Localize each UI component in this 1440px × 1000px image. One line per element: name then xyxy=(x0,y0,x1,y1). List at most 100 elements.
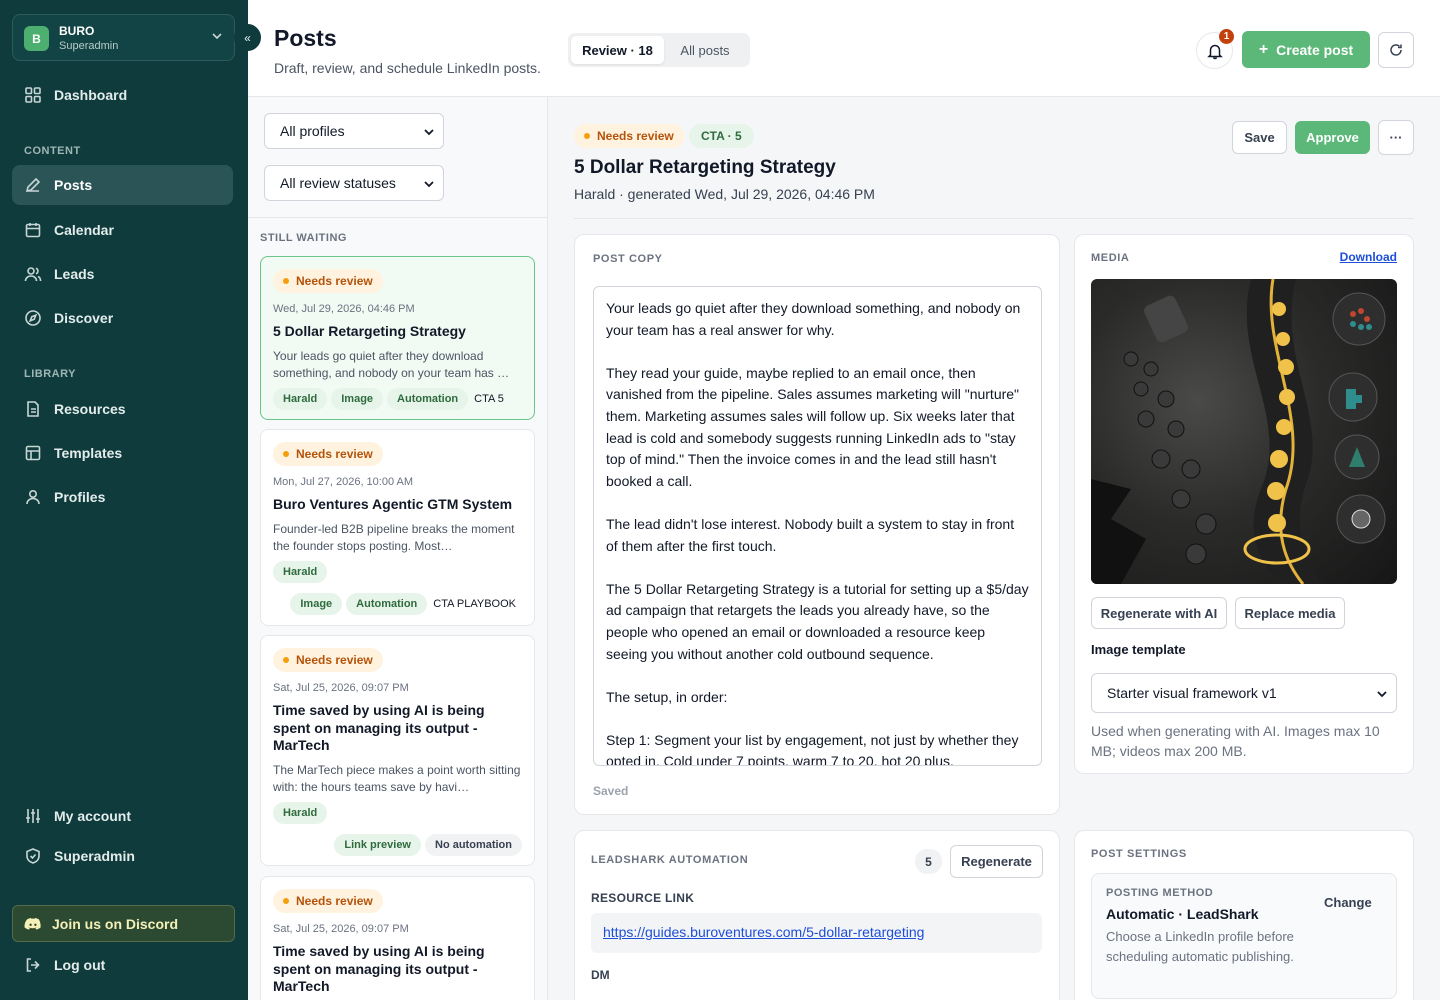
workspace-switcher[interactable]: B BURO Superadmin xyxy=(12,14,235,61)
tag-cta: CTA 5 xyxy=(474,392,504,405)
sidebar-item-dashboard[interactable]: Dashboard xyxy=(12,75,233,115)
media-illustration xyxy=(1091,279,1386,584)
discord-button[interactable]: Join us on Discord xyxy=(12,905,235,942)
sidebar-item-label: Calendar xyxy=(54,222,114,238)
post-card[interactable]: Needs review Sat, Jul 25, 2026, 09:07 PM… xyxy=(260,876,535,1000)
refresh-button[interactable] xyxy=(1378,32,1414,68)
media-image xyxy=(1091,279,1397,584)
workspace-role: Superadmin xyxy=(59,40,119,52)
create-post-button[interactable]: + Create post xyxy=(1242,31,1370,68)
post-meta: Harald · generated Wed, Jul 29, 2026, 04… xyxy=(574,186,875,202)
post-excerpt: Your leads go quiet after they download … xyxy=(273,348,510,380)
post-card[interactable]: Needs review Wed, Jul 29, 2026, 04:46 PM… xyxy=(260,256,535,420)
image-template-value: Starter visual framework v1 xyxy=(1107,685,1277,701)
sidebar-item-superadmin[interactable]: Superadmin xyxy=(12,836,233,876)
post-copy-textarea[interactable]: Your leads go quiet after they download … xyxy=(593,286,1042,766)
chevron-down-icon xyxy=(424,129,434,136)
chevron-down-icon xyxy=(212,33,222,40)
logout-button[interactable]: Log out xyxy=(12,945,233,985)
dm-label: DM xyxy=(591,968,610,982)
post-copy-panel: POST COPY Your leads go quiet after they… xyxy=(574,234,1060,815)
regenerate-button[interactable]: Regenerate xyxy=(950,845,1043,878)
status-badge: Needs review xyxy=(574,124,684,148)
sidebar-item-label: Resources xyxy=(54,401,126,417)
sidebar-item-discover[interactable]: Discover xyxy=(12,298,233,338)
workspace-avatar: B xyxy=(24,26,49,51)
status-filter-select[interactable]: All review statuses xyxy=(264,165,444,201)
sidebar-item-label: Posts xyxy=(54,177,93,193)
post-title: Time saved by using AI is being spent on… xyxy=(273,702,485,753)
sidebar-item-label: My account xyxy=(54,808,132,824)
sliders-icon xyxy=(26,809,40,823)
sidebar-item-label: Templates xyxy=(54,445,123,461)
resource-link-label: RESOURCE LINK xyxy=(591,891,695,905)
image-template-select[interactable]: Starter visual framework v1 xyxy=(1091,673,1397,713)
sidebar-item-posts[interactable]: Posts xyxy=(12,165,233,205)
tag-profile: Harald xyxy=(273,560,328,583)
sidebar-item-my-account[interactable]: My account xyxy=(12,796,233,836)
sidebar-item-profiles[interactable]: Profiles xyxy=(12,477,233,517)
post-excerpt: The MarTech piece makes a point worth si… xyxy=(273,762,521,794)
post-excerpt: Founder-led B2B pipeline breaks the mome… xyxy=(273,521,515,553)
download-link[interactable]: Download xyxy=(1340,250,1397,264)
grid-icon xyxy=(25,87,41,103)
pencil-icon xyxy=(25,177,41,193)
replace-media-button[interactable]: Replace media xyxy=(1235,597,1345,629)
automation-count-badge: 5 xyxy=(915,849,942,874)
discord-label: Join us on Discord xyxy=(52,915,179,932)
user-icon xyxy=(26,489,40,505)
collapse-sidebar-button[interactable]: « xyxy=(234,24,261,51)
cta-badge: CTA · 5 xyxy=(689,124,754,148)
change-posting-method-button[interactable]: Change xyxy=(1324,895,1372,910)
logout-label: Log out xyxy=(54,957,106,973)
panel-label: POST SETTINGS xyxy=(1091,848,1187,860)
tab-review[interactable]: Review · 18 xyxy=(571,36,664,64)
posting-method-box: POSTING METHOD Automatic · LeadShark Cho… xyxy=(1091,873,1397,999)
sidebar-item-label: Leads xyxy=(54,266,95,282)
sidebar-item-templates[interactable]: Templates xyxy=(12,433,233,473)
sidebar-item-calendar[interactable]: Calendar xyxy=(12,210,233,250)
status-filter-value: All review statuses xyxy=(280,175,396,191)
sidebar-item-label: Discover xyxy=(54,310,114,326)
tag-profile: Harald xyxy=(273,801,328,824)
sidebar-item-label: Superadmin xyxy=(54,848,135,864)
regenerate-with-ai-button[interactable]: Regenerate with AI xyxy=(1091,597,1227,629)
compass-icon xyxy=(25,310,41,326)
post-date: Mon, Jul 27, 2026, 10:00 AM xyxy=(273,476,414,488)
profile-filter-value: All profiles xyxy=(280,123,345,139)
tag-no-automation: No automation xyxy=(425,833,522,856)
create-post-label: Create post xyxy=(1276,41,1354,58)
tab-all-posts[interactable]: All posts xyxy=(664,36,746,64)
resource-link[interactable]: https://guides.buroventures.com/5-dollar… xyxy=(591,913,1042,953)
notification-count-badge: 1 xyxy=(1219,29,1234,44)
sidebar-item-leads[interactable]: Leads xyxy=(12,254,233,294)
status-badge: Needs review xyxy=(273,648,383,672)
image-template-label: Image template xyxy=(1091,642,1186,657)
sidebar-item-label: Profiles xyxy=(54,489,106,505)
panel-label: POST COPY xyxy=(593,253,663,265)
sidebar-item-label: Dashboard xyxy=(54,87,128,103)
posting-method-help: Choose a LinkedIn profile before schedul… xyxy=(1106,929,1294,964)
tag-link-preview: Link preview xyxy=(334,833,421,856)
post-detail-pane: Needs review CTA · 5 5 Dollar Retargetin… xyxy=(548,97,1440,1000)
post-card[interactable]: Needs review Mon, Jul 27, 2026, 10:00 AM… xyxy=(260,429,535,626)
tag-profile: Harald xyxy=(273,387,328,410)
file-icon xyxy=(27,401,39,417)
posting-method-label: POSTING METHOD xyxy=(1106,887,1214,899)
media-help-text: Used when generating with AI. Images max… xyxy=(1091,723,1380,759)
approve-button[interactable]: Approve xyxy=(1295,121,1370,154)
sidebar-item-resources[interactable]: Resources xyxy=(12,389,233,429)
media-panel: MEDIA Download Regenerate with AI Replac… xyxy=(1074,234,1414,774)
divider xyxy=(574,218,1414,219)
post-settings-panel: POST SETTINGS POSTING METHOD Automatic ·… xyxy=(1074,830,1414,1000)
automation-panel: LEADSHARK AUTOMATION 5 Regenerate RESOUR… xyxy=(574,830,1060,1000)
workspace-name: BURO xyxy=(59,24,95,38)
post-card[interactable]: Needs review Sat, Jul 25, 2026, 09:07 PM… xyxy=(260,635,535,866)
post-date: Sat, Jul 25, 2026, 09:07 PM xyxy=(273,682,409,694)
post-title: Buro Ventures Agentic GTM System xyxy=(273,496,513,512)
discord-icon xyxy=(24,917,41,929)
profile-filter-select[interactable]: All profiles xyxy=(264,113,444,149)
more-options-button[interactable]: ··· xyxy=(1378,120,1414,155)
save-button[interactable]: Save xyxy=(1232,121,1287,154)
posting-method-value: Automatic · LeadShark xyxy=(1106,906,1259,922)
